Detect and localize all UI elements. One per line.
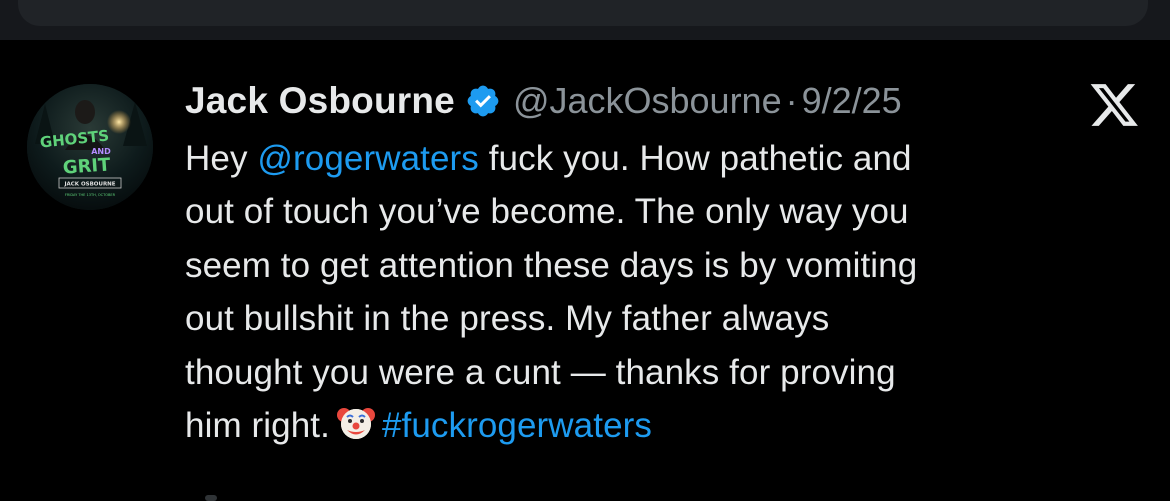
tweet[interactable]: GHOSTS AND GRIT JACK OSBOURNE FRIDAY THE…: [0, 40, 1170, 501]
separator-dot: ·: [785, 80, 798, 121]
previous-tweet-card[interactable]: [18, 0, 1148, 26]
verified-badge-icon: [467, 85, 499, 117]
previous-tweet-area: [0, 0, 1170, 40]
tweet-text-segment: fuck you. How pathetic and: [478, 139, 912, 178]
mention-link[interactable]: @rogerwaters: [257, 139, 479, 178]
x-logo-icon[interactable]: [1090, 84, 1140, 126]
avatar[interactable]: GHOSTS AND GRIT JACK OSBOURNE FRIDAY THE…: [27, 84, 153, 210]
tweet-line-2: out of touch you’ve become. The only way…: [185, 192, 909, 232]
tweet-text-segment: Hey: [185, 139, 258, 178]
author-display-name[interactable]: Jack Osbourne: [185, 80, 455, 122]
avatar-tagline-text: FRIDAY THE 13TH, OCTOBER: [65, 193, 116, 197]
avatar-title-grit: GRIT: [62, 154, 112, 178]
tweet-header: Jack Osbourne @JackOsbourne · 9/2/25: [185, 76, 902, 126]
hashtag-link[interactable]: #fuckrogerwaters: [382, 406, 652, 445]
tweet-line-3: seem to get attention these days is by v…: [185, 245, 918, 285]
tweet-line-1: Hey @rogerwaters fuck you. How pathetic …: [185, 132, 1145, 185]
tweet-line-4: out bullshit in the press. My father alw…: [185, 299, 830, 339]
tweet-date[interactable]: 9/2/25: [802, 80, 902, 122]
next-row-hint: [205, 495, 217, 501]
avatar-name-text: JACK OSBOURNE: [63, 182, 115, 188]
author-handle[interactable]: @JackOsbourne: [513, 80, 782, 122]
tweet-text-segment: him right.: [185, 406, 330, 446]
clown-face-icon: [336, 408, 375, 440]
tweet-line-6: him right. #fuckrogerwaters: [185, 399, 1145, 452]
tweet-text: Hey @rogerwaters fuck you. How pathetic …: [185, 132, 1145, 452]
tweet-line-5: thought you were a cunt — thanks for pro…: [185, 352, 896, 392]
